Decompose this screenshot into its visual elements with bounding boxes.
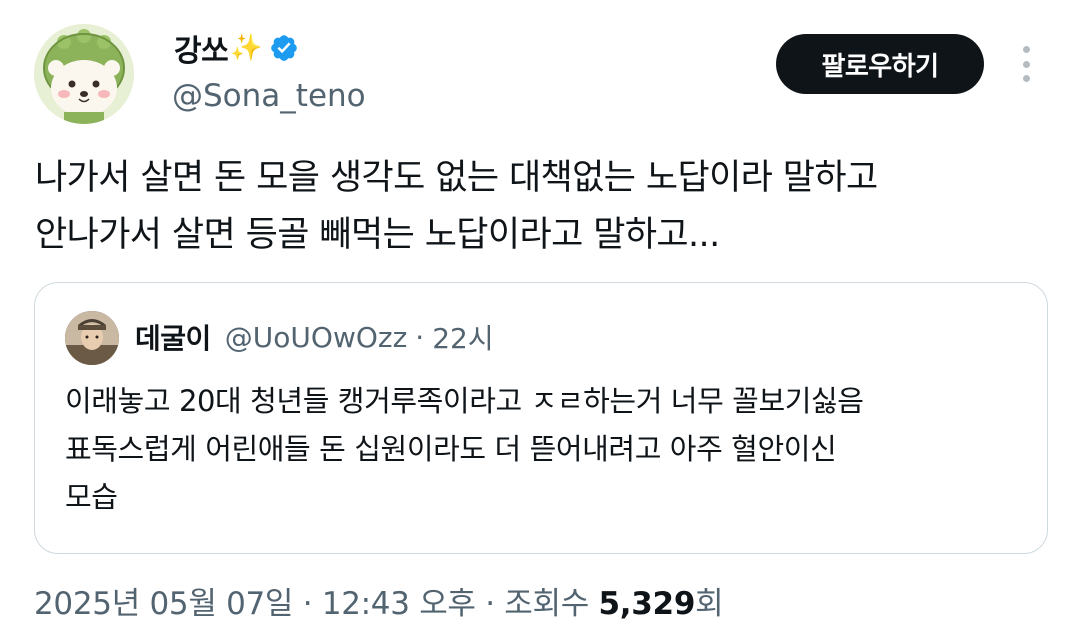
quoted-timestamp[interactable]: 22시 [432, 317, 493, 357]
person-avatar-icon [65, 311, 119, 365]
quoted-header: 데굴이 @UoUOwOzz · 22시 [135, 317, 494, 357]
quoted-line: 모습 [65, 480, 118, 514]
author-avatar[interactable] [34, 24, 134, 124]
tweet-line: 나가서 살면 돈 모을 생각도 없는 대책없는 노답이라 말하고 [35, 158, 878, 198]
view-count-suffix: 회 [695, 586, 724, 622]
quoted-handle[interactable]: @UoUOwOzz [225, 321, 408, 354]
author-display-name[interactable]: 강쏘 [174, 26, 229, 70]
more-dot [1022, 46, 1030, 53]
tweet-meta: 2025년 05월 07일 · 12:43 오후 · 조회수 5,329회 [34, 578, 724, 623]
tweet-line: 안나가서 살면 등골 빼먹는 노답이라고 말하고... [35, 215, 720, 255]
author-name-row[interactable]: 강쏘 ✨ [174, 26, 299, 70]
quoted-tweet-card[interactable]: 데굴이 @UoUOwOzz · 22시 이래놓고 20대 청년들 캥거루족이라고… [34, 282, 1048, 554]
quoted-line: 이래놓고 20대 청년들 캥거루족이라고 ㅈㄹ하는거 너무 꼴보기싫음 [65, 384, 864, 418]
view-count: 5,329 [598, 586, 696, 622]
more-dot [1022, 60, 1030, 68]
quoted-line: 표독스럽게 어린애들 돈 십원이라도 더 뜯어내려고 아주 혈안이신 [65, 432, 837, 466]
more-options-icon[interactable] [1016, 44, 1036, 84]
sparkle-emoji: ✨ [230, 33, 263, 63]
author-handle[interactable]: @Sona_teno [172, 78, 366, 114]
quoted-display-name[interactable]: 데굴이 [135, 317, 211, 357]
more-dot [1022, 75, 1030, 82]
separator-dot: · [415, 320, 425, 354]
verified-badge-icon [270, 35, 297, 61]
quoted-text: 이래놓고 20대 청년들 캥거루족이라고 ㅈㄹ하는거 너무 꼴보기싫음 표독스럽… [65, 377, 1025, 521]
follow-button[interactable]: 팔로우하기 [776, 34, 984, 94]
tweet-datetime[interactable]: 2025년 05월 07일 · 12:43 오후 · 조회수 [34, 586, 599, 622]
tweet-text: 나가서 살면 돈 모을 생각도 없는 대책없는 노답이라 말하고 안나가서 살면… [35, 150, 1055, 264]
bear-avatar-icon [34, 24, 134, 124]
quoted-author-avatar[interactable] [65, 311, 119, 365]
